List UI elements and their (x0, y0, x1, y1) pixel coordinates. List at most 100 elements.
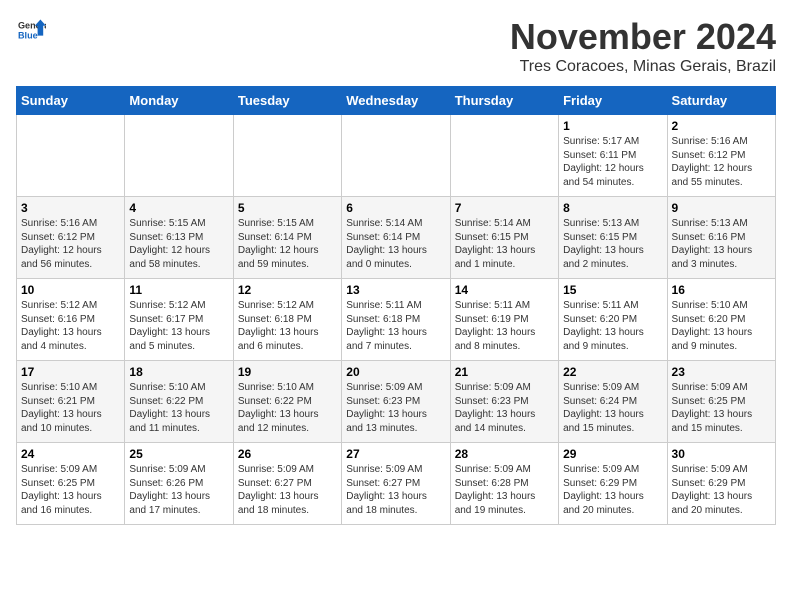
day-info: Sunrise: 5:12 AM Sunset: 6:16 PM Dayligh… (21, 299, 120, 353)
calendar-cell: 5 Sunrise: 5:15 AM Sunset: 6:14 PM Daylig… (233, 197, 341, 279)
calendar-cell: 12Sunrise: 5:12 AM Sunset: 6:18 PM Dayli… (233, 279, 341, 361)
calendar-cell: 29 Sunrise: 5:09 AM Sunset: 6:29 PM Dayli… (559, 443, 667, 525)
day-info: Sunrise: 5:13 AM Sunset: 6:15 PM Dayligh… (563, 217, 662, 271)
calendar-cell: 17 Sunrise: 5:10 AM Sunset: 6:21 PM Dayli… (17, 361, 125, 443)
calendar-cell: 24 Sunrise: 5:09 AM Sunset: 6:25 PM Dayli… (17, 443, 125, 525)
calendar-cell: 8 Sunrise: 5:13 AM Sunset: 6:15 PM Daylig… (559, 197, 667, 279)
day-number: 27 (346, 447, 445, 461)
day-info: Sunrise: 5:12 AM Sunset: 6:18 PM Dayligh… (238, 299, 337, 353)
day-number: 24 (21, 447, 120, 461)
calendar-cell: 30 Sunrise: 5:09 AM Sunset: 6:29 PM Dayli… (667, 443, 775, 525)
day-info: Sunrise: 5:09 AM Sunset: 6:27 PM Dayligh… (346, 463, 445, 517)
calendar-table: SundayMondayTuesdayWednesdayThursdayFrid… (16, 86, 776, 525)
calendar-cell: 18 Sunrise: 5:10 AM Sunset: 6:22 PM Dayli… (125, 361, 233, 443)
calendar-week-2: 3 Sunrise: 5:16 AM Sunset: 6:12 PM Daylig… (17, 197, 776, 279)
calendar-cell (125, 115, 233, 197)
day-number: 1 (563, 119, 662, 133)
day-info: Sunrise: 5:10 AM Sunset: 6:21 PM Dayligh… (21, 381, 120, 435)
day-info: Sunrise: 5:16 AM Sunset: 6:12 PM Dayligh… (672, 135, 771, 189)
calendar-cell (450, 115, 558, 197)
calendar-cell: 1 Sunrise: 5:17 AM Sunset: 6:11 PM Daylig… (559, 115, 667, 197)
calendar-cell: 26 Sunrise: 5:09 AM Sunset: 6:27 PM Dayli… (233, 443, 341, 525)
calendar-cell: 19 Sunrise: 5:10 AM Sunset: 6:22 PM Dayli… (233, 361, 341, 443)
calendar-cell: 14 Sunrise: 5:11 AM Sunset: 6:19 PM Dayli… (450, 279, 558, 361)
day-info: Sunrise: 5:09 AM Sunset: 6:25 PM Dayligh… (672, 381, 771, 435)
day-info: Sunrise: 5:15 AM Sunset: 6:14 PM Dayligh… (238, 217, 337, 271)
weekday-header-friday: Friday (559, 87, 667, 115)
day-number: 20 (346, 365, 445, 379)
day-number: 22 (563, 365, 662, 379)
logo: General Blue (16, 16, 46, 44)
day-number: 15 (563, 283, 662, 297)
calendar-cell (342, 115, 450, 197)
calendar-week-4: 17 Sunrise: 5:10 AM Sunset: 6:21 PM Dayli… (17, 361, 776, 443)
calendar-cell: 21 Sunrise: 5:09 AM Sunset: 6:23 PM Dayli… (450, 361, 558, 443)
day-number: 25 (129, 447, 228, 461)
day-info: Sunrise: 5:09 AM Sunset: 6:23 PM Dayligh… (346, 381, 445, 435)
month-title: November 2024 (510, 16, 776, 58)
day-info: Sunrise: 5:16 AM Sunset: 6:12 PM Dayligh… (21, 217, 120, 271)
calendar-cell: 20 Sunrise: 5:09 AM Sunset: 6:23 PM Dayli… (342, 361, 450, 443)
day-number: 10 (21, 283, 120, 297)
calendar-cell: 10 Sunrise: 5:12 AM Sunset: 6:16 PM Dayli… (17, 279, 125, 361)
day-number: 6 (346, 201, 445, 215)
day-number: 3 (21, 201, 120, 215)
day-info: Sunrise: 5:09 AM Sunset: 6:29 PM Dayligh… (563, 463, 662, 517)
weekday-header-monday: Monday (125, 87, 233, 115)
calendar-cell: 11 Sunrise: 5:12 AM Sunset: 6:17 PM Dayli… (125, 279, 233, 361)
day-info: Sunrise: 5:10 AM Sunset: 6:22 PM Dayligh… (238, 381, 337, 435)
day-info: Sunrise: 5:14 AM Sunset: 6:15 PM Dayligh… (455, 217, 554, 271)
day-number: 19 (238, 365, 337, 379)
calendar-week-5: 24 Sunrise: 5:09 AM Sunset: 6:25 PM Dayli… (17, 443, 776, 525)
day-info: Sunrise: 5:09 AM Sunset: 6:26 PM Dayligh… (129, 463, 228, 517)
day-info: Sunrise: 5:09 AM Sunset: 6:25 PM Dayligh… (21, 463, 120, 517)
calendar-week-3: 10 Sunrise: 5:12 AM Sunset: 6:16 PM Dayli… (17, 279, 776, 361)
weekday-header-thursday: Thursday (450, 87, 558, 115)
day-number: 16 (672, 283, 771, 297)
day-info: Sunrise: 5:11 AM Sunset: 6:19 PM Dayligh… (455, 299, 554, 353)
day-info: Sunrise: 5:10 AM Sunset: 6:22 PM Dayligh… (129, 381, 228, 435)
weekday-header-saturday: Saturday (667, 87, 775, 115)
weekday-header-row: SundayMondayTuesdayWednesdayThursdayFrid… (17, 87, 776, 115)
day-info: Sunrise: 5:09 AM Sunset: 6:24 PM Dayligh… (563, 381, 662, 435)
calendar-cell: 25 Sunrise: 5:09 AM Sunset: 6:26 PM Dayli… (125, 443, 233, 525)
day-info: Sunrise: 5:12 AM Sunset: 6:17 PM Dayligh… (129, 299, 228, 353)
calendar-cell: 4 Sunrise: 5:15 AM Sunset: 6:13 PM Daylig… (125, 197, 233, 279)
day-number: 11 (129, 283, 228, 297)
calendar-cell: 7Sunrise: 5:14 AM Sunset: 6:15 PM Daylig… (450, 197, 558, 279)
day-number: 2 (672, 119, 771, 133)
day-info: Sunrise: 5:13 AM Sunset: 6:16 PM Dayligh… (672, 217, 771, 271)
day-number: 5 (238, 201, 337, 215)
day-number: 4 (129, 201, 228, 215)
calendar-cell: 3 Sunrise: 5:16 AM Sunset: 6:12 PM Daylig… (17, 197, 125, 279)
day-number: 17 (21, 365, 120, 379)
calendar-week-1: 1 Sunrise: 5:17 AM Sunset: 6:11 PM Daylig… (17, 115, 776, 197)
day-number: 8 (563, 201, 662, 215)
calendar-cell: 13Sunrise: 5:11 AM Sunset: 6:18 PM Dayli… (342, 279, 450, 361)
calendar-cell: 28 Sunrise: 5:09 AM Sunset: 6:28 PM Dayli… (450, 443, 558, 525)
calendar-cell: 22 Sunrise: 5:09 AM Sunset: 6:24 PM Dayli… (559, 361, 667, 443)
day-number: 23 (672, 365, 771, 379)
calendar-cell: 2 Sunrise: 5:16 AM Sunset: 6:12 PM Daylig… (667, 115, 775, 197)
day-info: Sunrise: 5:09 AM Sunset: 6:29 PM Dayligh… (672, 463, 771, 517)
day-info: Sunrise: 5:09 AM Sunset: 6:27 PM Dayligh… (238, 463, 337, 517)
calendar-cell: 6 Sunrise: 5:14 AM Sunset: 6:14 PM Daylig… (342, 197, 450, 279)
day-number: 28 (455, 447, 554, 461)
calendar-cell: 23 Sunrise: 5:09 AM Sunset: 6:25 PM Dayli… (667, 361, 775, 443)
day-number: 18 (129, 365, 228, 379)
day-info: Sunrise: 5:09 AM Sunset: 6:28 PM Dayligh… (455, 463, 554, 517)
day-number: 26 (238, 447, 337, 461)
calendar-cell (17, 115, 125, 197)
day-number: 14 (455, 283, 554, 297)
calendar-cell: 15Sunrise: 5:11 AM Sunset: 6:20 PM Dayli… (559, 279, 667, 361)
day-info: Sunrise: 5:09 AM Sunset: 6:23 PM Dayligh… (455, 381, 554, 435)
day-info: Sunrise: 5:15 AM Sunset: 6:13 PM Dayligh… (129, 217, 228, 271)
day-info: Sunrise: 5:14 AM Sunset: 6:14 PM Dayligh… (346, 217, 445, 271)
day-number: 30 (672, 447, 771, 461)
day-number: 29 (563, 447, 662, 461)
calendar-cell: 16Sunrise: 5:10 AM Sunset: 6:20 PM Dayli… (667, 279, 775, 361)
day-info: Sunrise: 5:17 AM Sunset: 6:11 PM Dayligh… (563, 135, 662, 189)
day-number: 21 (455, 365, 554, 379)
weekday-header-wednesday: Wednesday (342, 87, 450, 115)
calendar-cell: 9Sunrise: 5:13 AM Sunset: 6:16 PM Daylig… (667, 197, 775, 279)
